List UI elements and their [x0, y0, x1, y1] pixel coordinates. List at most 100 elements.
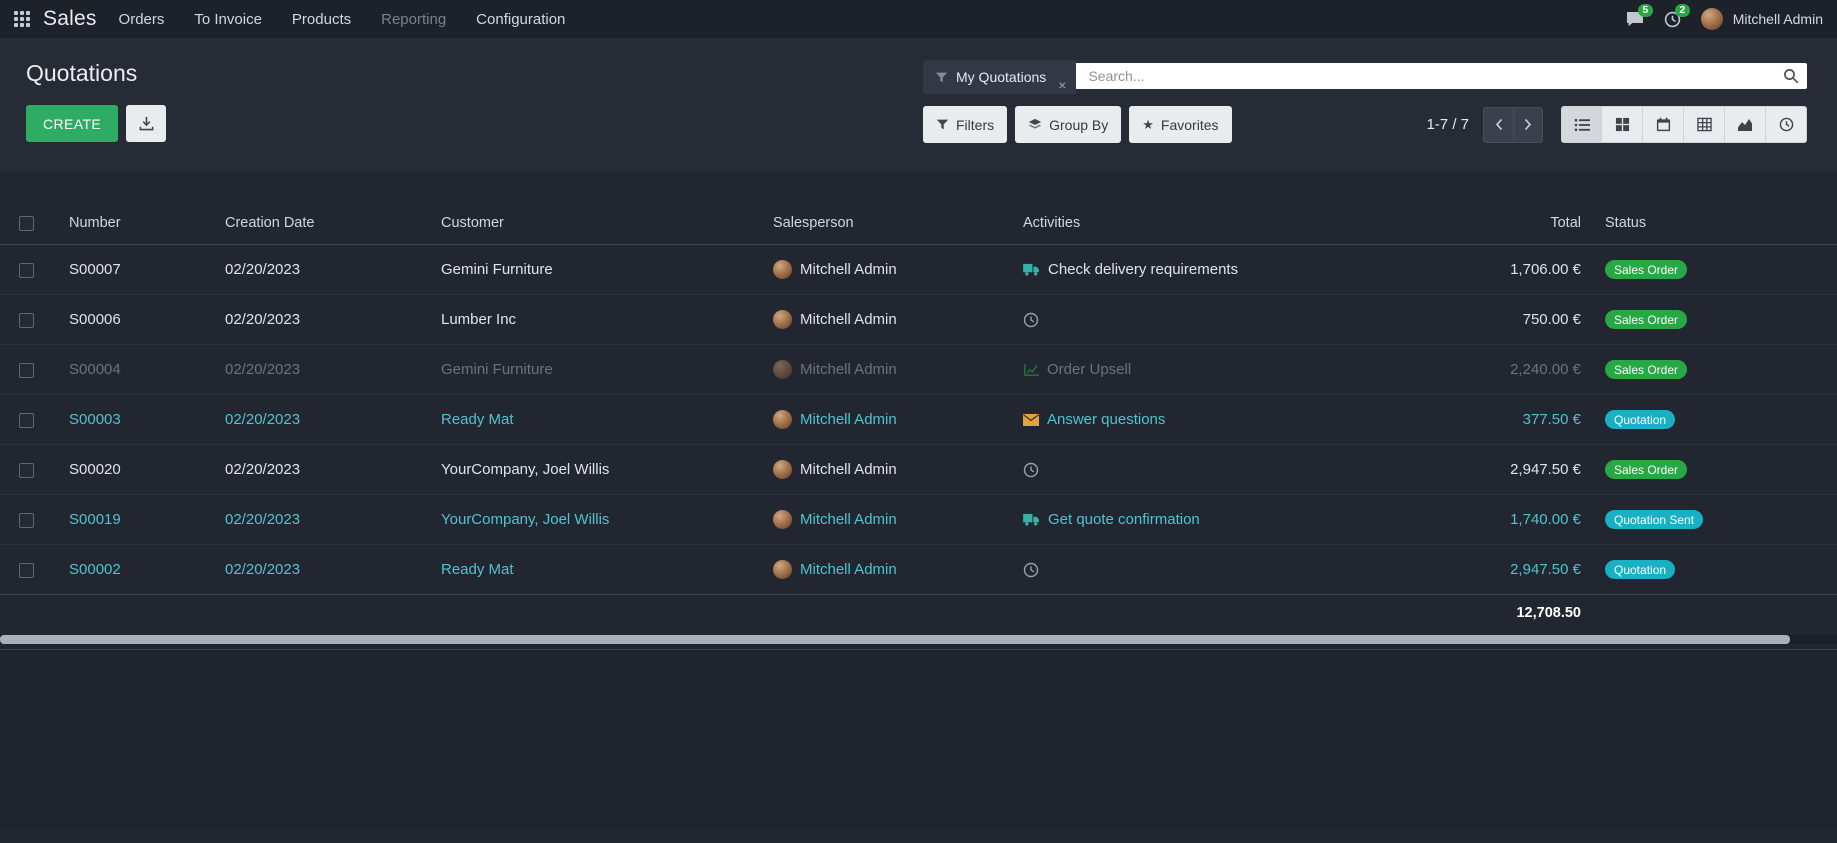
cell-activity[interactable]: Answer questions — [1047, 411, 1165, 428]
list-icon — [1574, 118, 1590, 132]
app-name[interactable]: Sales — [43, 7, 97, 31]
status-badge: Sales Order — [1605, 360, 1687, 379]
column-header-number[interactable]: Number — [45, 202, 201, 245]
table-header-row: Number Creation Date Customer Salesperso… — [0, 202, 1837, 245]
status-badge: Sales Order — [1605, 260, 1687, 279]
clock-icon[interactable] — [1023, 462, 1039, 478]
search-input[interactable] — [1086, 67, 1783, 85]
row-checkbox[interactable] — [19, 513, 34, 528]
row-checkbox[interactable] — [19, 363, 34, 378]
status-badge: Quotation Sent — [1605, 510, 1703, 529]
calendar-icon — [1656, 117, 1671, 132]
pager-next-button[interactable] — [1513, 107, 1543, 143]
export-button[interactable] — [126, 105, 166, 142]
graph-view-button[interactable] — [1725, 106, 1766, 143]
group-by-button[interactable]: Group By — [1015, 106, 1121, 143]
cell-customer: Gemini Furniture — [417, 245, 749, 295]
messages-button[interactable]: 5 — [1626, 11, 1644, 27]
cell-total: 750.00 € — [1426, 295, 1581, 345]
cell-total: 2,947.50 € — [1426, 445, 1581, 495]
nav-item-to-invoice[interactable]: To Invoice — [194, 11, 262, 28]
activity-view-button[interactable] — [1766, 106, 1807, 143]
top-navbar: Sales Orders To Invoice Products Reporti… — [0, 0, 1837, 38]
cell-number: S00003 — [45, 395, 201, 445]
horizontal-scrollbar[interactable] — [0, 635, 1837, 644]
column-header-status[interactable]: Status — [1581, 202, 1837, 245]
group-by-label: Group By — [1049, 117, 1108, 133]
salesperson-avatar — [773, 560, 792, 579]
search-box[interactable] — [1076, 63, 1807, 89]
control-buttons-row: Filters Group By ★ Favorites 1-7 / 7 — [923, 106, 1807, 143]
nav-item-configuration[interactable]: Configuration — [476, 11, 565, 28]
select-all-checkbox[interactable] — [19, 216, 34, 231]
pager-range: 1-7 / 7 — [1426, 116, 1469, 133]
favorites-button[interactable]: ★ Favorites — [1129, 106, 1231, 143]
favorites-label: Favorites — [1161, 117, 1219, 133]
salesperson-avatar — [773, 460, 792, 479]
user-name[interactable]: Mitchell Admin — [1733, 11, 1823, 27]
view-switcher — [1561, 106, 1807, 143]
navbar-systray: 5 2 Mitchell Admin — [1626, 8, 1823, 30]
table-row[interactable]: S00006 02/20/2023 Lumber Inc Mitchell Ad… — [0, 295, 1837, 345]
table-row[interactable]: S00007 02/20/2023 Gemini Furniture Mitch… — [0, 245, 1837, 295]
create-button[interactable]: CREATE — [26, 105, 118, 142]
search-icon[interactable] — [1783, 68, 1799, 84]
pager: 1-7 / 7 — [1426, 107, 1543, 143]
control-panel: Quotations CREATE My Quotations × — [0, 38, 1837, 172]
kanban-view-button[interactable] — [1602, 106, 1643, 143]
filters-button[interactable]: Filters — [923, 106, 1007, 143]
clock-icon[interactable] — [1023, 312, 1039, 328]
column-header-customer[interactable]: Customer — [417, 202, 749, 245]
filter-funnel-icon — [935, 71, 948, 84]
table-row[interactable]: S00002 02/20/2023 Ready Mat Mitchell Adm… — [0, 545, 1837, 595]
activities-badge: 2 — [1675, 4, 1690, 17]
nav-item-products[interactable]: Products — [292, 11, 351, 28]
row-checkbox[interactable] — [19, 263, 34, 278]
cell-activity[interactable]: Order Upsell — [1047, 361, 1131, 378]
table-row[interactable]: S00004 02/20/2023 Gemini Furniture Mitch… — [0, 345, 1837, 395]
scrollbar-thumb[interactable] — [0, 635, 1790, 644]
cell-activity[interactable]: Get quote confirmation — [1048, 511, 1200, 528]
row-checkbox[interactable] — [19, 563, 34, 578]
row-checkbox[interactable] — [19, 413, 34, 428]
table-footer-row: 12,708.50 — [0, 595, 1837, 632]
salesperson-avatar — [773, 410, 792, 429]
nav-item-reporting[interactable]: Reporting — [381, 11, 446, 28]
column-header-salesperson[interactable]: Salesperson — [749, 202, 999, 245]
user-avatar[interactable] — [1701, 8, 1723, 30]
cell-salesperson: Mitchell Admin — [800, 361, 897, 378]
row-checkbox[interactable] — [19, 463, 34, 478]
cell-number: S00019 — [45, 495, 201, 545]
column-header-creation-date[interactable]: Creation Date — [201, 202, 417, 245]
envelope-icon — [1023, 414, 1039, 426]
pager-previous-button[interactable] — [1483, 107, 1513, 143]
cell-total: 377.50 € — [1426, 395, 1581, 445]
clock-icon — [1779, 117, 1794, 132]
cell-number: S00004 — [45, 345, 201, 395]
list-view-button[interactable] — [1561, 106, 1602, 143]
cell-creation-date: 02/20/2023 — [201, 395, 417, 445]
cell-customer: Ready Mat — [417, 395, 749, 445]
table-row[interactable]: S00019 02/20/2023 YourCompany, Joel Will… — [0, 495, 1837, 545]
column-header-activities[interactable]: Activities — [999, 202, 1426, 245]
clock-icon[interactable] — [1023, 562, 1039, 578]
column-header-total[interactable]: Total — [1426, 202, 1581, 245]
nav-item-orders[interactable]: Orders — [119, 11, 165, 28]
cell-salesperson: Mitchell Admin — [800, 511, 897, 528]
facet-remove-icon[interactable]: × — [1058, 78, 1066, 92]
row-checkbox[interactable] — [19, 313, 34, 328]
filter-funnel-icon — [936, 118, 949, 131]
cell-number: S00007 — [45, 245, 201, 295]
activities-button[interactable]: 2 — [1664, 11, 1681, 28]
calendar-view-button[interactable] — [1643, 106, 1684, 143]
cell-customer: Ready Mat — [417, 545, 749, 595]
cell-activity[interactable]: Check delivery requirements — [1048, 261, 1238, 278]
star-icon: ★ — [1142, 117, 1154, 133]
apps-menu-icon[interactable] — [14, 11, 31, 28]
table-row[interactable]: S00020 02/20/2023 YourCompany, Joel Will… — [0, 445, 1837, 495]
quotations-list: Number Creation Date Customer Salesperso… — [0, 172, 1837, 829]
search-facet-my-quotations[interactable]: My Quotations × — [923, 60, 1076, 94]
line-chart-icon — [1023, 363, 1039, 377]
table-row[interactable]: S00003 02/20/2023 Ready Mat Mitchell Adm… — [0, 395, 1837, 445]
pivot-view-button[interactable] — [1684, 106, 1725, 143]
